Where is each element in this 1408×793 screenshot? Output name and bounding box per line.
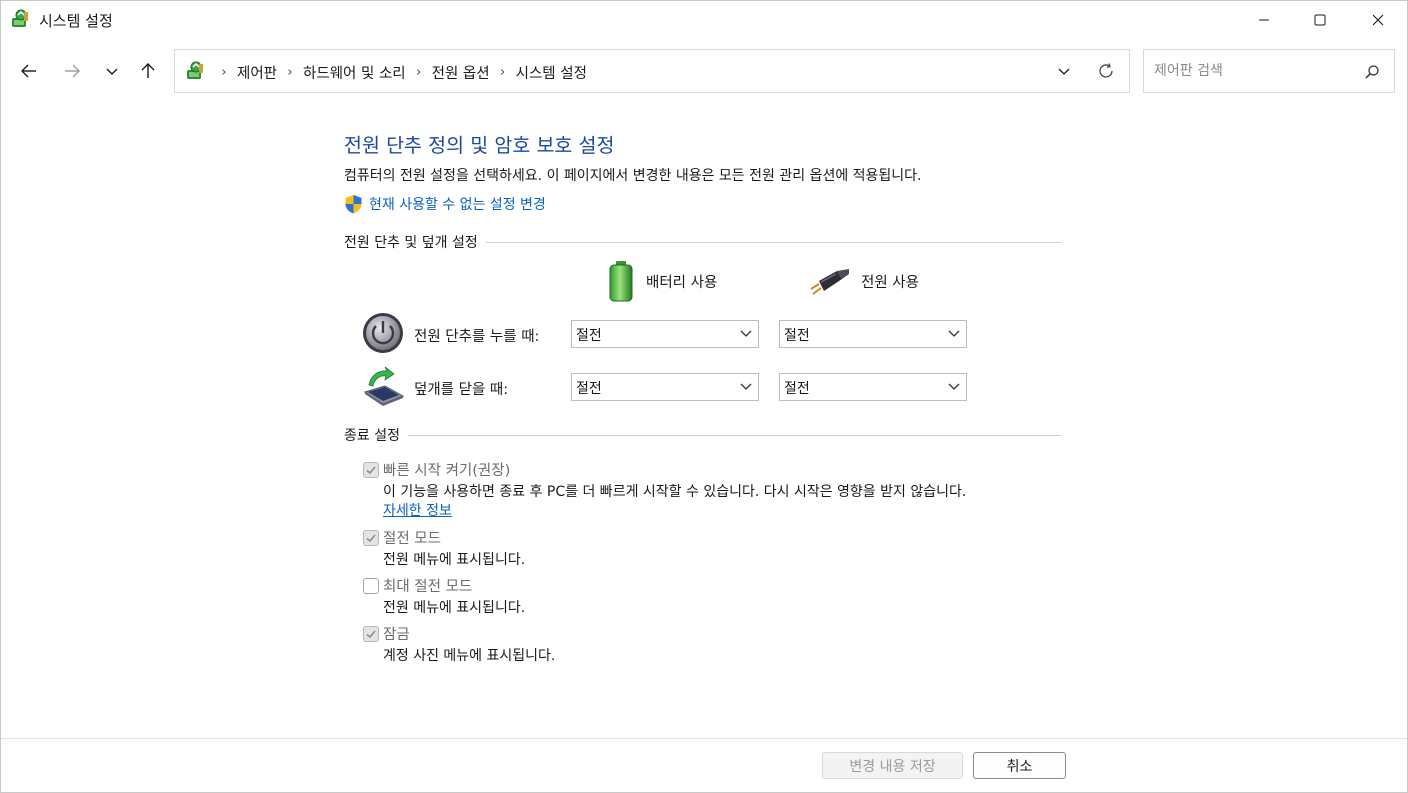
battery-icon: [609, 261, 633, 302]
breadcrumb-system-settings[interactable]: 시스템 설정: [512, 62, 591, 83]
sleep-label: 절전 모드: [383, 531, 441, 547]
sleep-checkbox[interactable]: [363, 530, 379, 546]
recent-locations-button[interactable]: [97, 56, 127, 86]
chevron-right-icon[interactable]: ›: [410, 65, 428, 80]
control-panel-icon: [12, 9, 28, 27]
refresh-button[interactable]: [1093, 59, 1119, 83]
select-value: 절전: [576, 381, 602, 397]
shutdown-section-header: 종료 설정: [344, 425, 1061, 445]
lock-label: 잠금: [383, 627, 410, 643]
change-settings-label[interactable]: 현재 사용할 수 없는 설정 변경: [369, 194, 546, 214]
power-button-icon: [363, 313, 403, 353]
power-button-plugged-select[interactable]: 절전: [779, 320, 967, 348]
chevron-right-icon[interactable]: ›: [281, 65, 299, 80]
checkmark-icon: [366, 466, 376, 475]
chevron-down-icon: [1058, 68, 1070, 75]
cancel-button[interactable]: 취소: [973, 752, 1066, 779]
lock-checkbox[interactable]: [363, 626, 379, 642]
column-on-battery: 배터리 사용: [606, 259, 717, 303]
breadcrumb-hardware-sound[interactable]: 하드웨어 및 소리: [299, 62, 410, 83]
power-plug-icon: [810, 269, 849, 295]
select-value: 절전: [576, 328, 602, 344]
page-description: 컴퓨터의 전원 설정을 선택하세요. 이 페이지에서 변경한 내용은 모든 전원…: [344, 168, 922, 184]
select-value: 절전: [784, 381, 810, 397]
search-input[interactable]: [1154, 60, 1354, 82]
title-bar: 시스템 설정: [1, 1, 1407, 39]
column-plugged-in: 전원 사용: [809, 259, 919, 303]
fast-startup-label: 빠른 시작 켜기(권장): [383, 463, 511, 479]
minimize-button[interactable]: [1235, 1, 1293, 39]
checkmark-icon: [366, 630, 376, 639]
maximize-icon: [1314, 14, 1326, 26]
forward-button[interactable]: [57, 56, 87, 86]
close-icon: [1372, 14, 1384, 26]
change-unavailable-settings-link[interactable]: 현재 사용할 수 없는 설정 변경: [344, 193, 546, 215]
power-button-battery-select[interactable]: 절전: [571, 320, 759, 348]
breadcrumb-control-panel[interactable]: 제어판: [233, 62, 281, 83]
up-button[interactable]: [133, 56, 163, 86]
chevron-down-icon: [740, 330, 752, 337]
search-icon: [1365, 65, 1379, 79]
search-box[interactable]: [1143, 49, 1395, 93]
address-history-button[interactable]: [1051, 60, 1077, 82]
control-panel-icon: [187, 61, 203, 79]
chevron-down-icon: [948, 383, 960, 390]
hibernate-description: 전원 메뉴에 표시됩니다.: [383, 600, 526, 616]
save-changes-button[interactable]: 변경 내용 저장: [822, 752, 963, 779]
chevron-right-icon[interactable]: ›: [215, 65, 233, 80]
plugged-in-label: 전원 사용: [861, 274, 919, 291]
laptop-lid-icon: [363, 366, 405, 406]
chevron-down-icon: [948, 330, 960, 337]
on-battery-label: 배터리 사용: [646, 274, 718, 291]
back-button[interactable]: [14, 56, 44, 86]
chevron-down-icon: [106, 68, 118, 75]
hibernate-checkbox[interactable]: [363, 578, 379, 594]
window-title: 시스템 설정: [39, 12, 113, 30]
lid-battery-select[interactable]: 절전: [571, 373, 759, 401]
minimize-icon: [1259, 19, 1269, 21]
address-bar[interactable]: › 제어판 › 하드웨어 및 소리 › 전원 옵션 › 시스템 설정: [174, 49, 1130, 93]
fast-startup-description: 이 기능을 사용하면 종료 후 PC를 더 빠르게 시작할 수 있습니다. 다시…: [383, 484, 967, 500]
system-settings-window: 시스템 설정 › 제어판 › 하드웨어 및 소리 › 전원 옵션 › 시스템 설…: [0, 0, 1408, 793]
arrow-up-icon: [141, 63, 155, 78]
select-value: 절전: [784, 328, 810, 344]
footer-divider: [1, 738, 1407, 739]
checkmark-icon: [366, 534, 376, 543]
fast-startup-checkbox[interactable]: [363, 462, 379, 478]
section-divider: [344, 435, 1061, 436]
sleep-description: 전원 메뉴에 표시됩니다.: [383, 552, 526, 568]
search-button[interactable]: [1362, 62, 1382, 82]
learn-more-link[interactable]: 자세한 정보: [383, 500, 452, 520]
section-title: 종료 설정: [344, 425, 408, 445]
chevron-right-icon[interactable]: ›: [494, 65, 512, 80]
chevron-down-icon: [740, 383, 752, 390]
page-title: 전원 단추 정의 및 암호 보호 설정: [344, 134, 615, 157]
lid-plugged-select[interactable]: 절전: [779, 373, 967, 401]
power-button-label: 전원 단추를 누를 때:: [414, 329, 540, 345]
breadcrumb-power-options[interactable]: 전원 옵션: [428, 62, 494, 83]
power-lid-section-header: 전원 단추 및 덮개 설정: [344, 232, 1061, 252]
lid-close-label: 덮개를 닫을 때:: [414, 382, 509, 398]
maximize-button[interactable]: [1291, 1, 1349, 39]
breadcrumb: › 제어판 › 하드웨어 및 소리 › 전원 옵션 › 시스템 설정: [215, 62, 591, 83]
lock-description: 계정 사진 메뉴에 표시됩니다.: [383, 648, 556, 664]
section-title: 전원 단추 및 덮개 설정: [344, 232, 486, 252]
arrow-right-icon: [65, 64, 80, 78]
uac-shield-icon: [345, 195, 362, 214]
hibernate-label: 최대 절전 모드: [383, 579, 473, 595]
close-button[interactable]: [1349, 1, 1407, 39]
arrow-left-icon: [21, 64, 36, 78]
refresh-icon: [1099, 63, 1113, 78]
